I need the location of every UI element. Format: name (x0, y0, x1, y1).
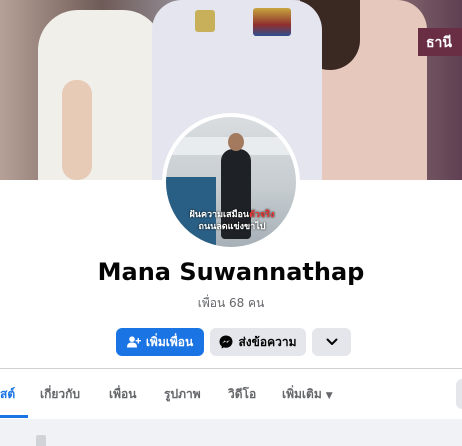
more-options-button[interactable] (312, 328, 351, 356)
cover-sign-text: ธานี (426, 35, 452, 51)
add-friend-label: เพิ่มเพื่อน (145, 334, 194, 349)
cover-figure (38, 10, 163, 180)
tab-posts[interactable]: สต์ (0, 369, 15, 419)
tab-posts-label: สต์ (0, 387, 16, 401)
tab-photos[interactable]: รูปภาพ (164, 369, 201, 419)
profile-tabs: สต์ เกี่ยวกับ เพื่อน รูปภาพ วิดีโอ เพิ่ม… (0, 369, 462, 419)
cover-medal (253, 8, 291, 36)
avatar-person-head (228, 133, 244, 151)
add-person-icon (126, 336, 141, 348)
content-area (0, 419, 462, 446)
friend-count[interactable]: เพื่อน 68 คน (0, 294, 462, 313)
tab-about-label: เกี่ยวกับ (40, 387, 81, 401)
message-button[interactable]: ส่งข้อความ (210, 328, 306, 356)
cover-figure (62, 80, 92, 180)
tab-photos-label: รูปภาพ (164, 387, 201, 401)
active-tab-indicator (0, 415, 28, 418)
message-label: ส่งข้อความ (238, 334, 297, 349)
profile-picture[interactable]: ฝันความเสมือนตัวจริง ถนนลดแข่งขาไป (162, 113, 300, 251)
tab-about[interactable]: เกี่ยวกับ (40, 369, 80, 419)
avatar-caption-line: ถนนลดแข่งขาไป (198, 222, 266, 232)
tab-videos[interactable]: วิดีโอ (228, 369, 256, 419)
tab-friends-label: เพื่อน (109, 387, 137, 401)
cover-medal (195, 10, 215, 32)
add-friend-button[interactable]: เพิ่มเพื่อน (116, 328, 204, 356)
avatar-caption-line: ฝันความเสมือน (189, 210, 250, 220)
tabs-options-button[interactable] (456, 379, 462, 409)
avatar-caption: ฝันความเสมือนตัวจริง ถนนลดแข่งขาไป (172, 209, 292, 233)
avatar-caption-highlight: ตัวจริง (249, 210, 275, 220)
caret-down-icon: ▼ (325, 391, 333, 401)
chevron-down-icon (326, 338, 338, 346)
tab-friends[interactable]: เพื่อน (109, 369, 136, 419)
tab-more[interactable]: เพิ่มเติม ▼ (282, 369, 333, 419)
tab-videos-label: วิดีโอ (228, 387, 257, 401)
content-fragment (36, 435, 46, 446)
avatar-image: ฝันความเสมือนตัวจริง ถนนลดแข่งขาไป (166, 117, 296, 247)
tab-more-label: เพิ่มเติม (282, 387, 322, 401)
messenger-icon (219, 335, 233, 349)
profile-name: Mana Suwannathap (97, 258, 365, 286)
